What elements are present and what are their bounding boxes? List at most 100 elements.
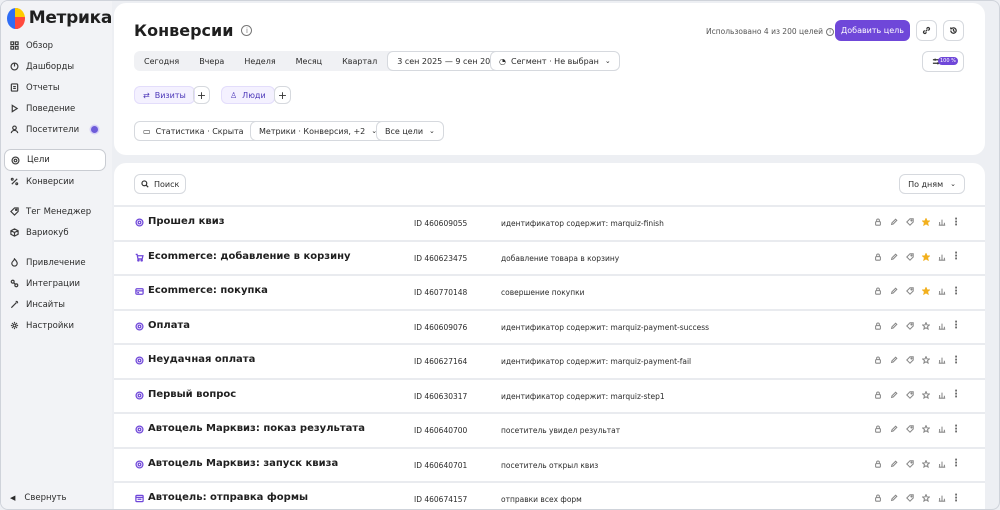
tag-icon[interactable] [905,390,914,400]
goal-row[interactable]: Прошел квиз ID 460609055 идентификатор сод… [114,205,985,240]
star-icon[interactable] [921,493,930,503]
lock-icon[interactable] [873,321,882,331]
more-icon[interactable]: ⋮ [951,389,961,400]
chart-bars-icon[interactable] [937,355,946,365]
lock-icon[interactable] [873,459,882,469]
chart-bars-icon[interactable] [937,493,946,503]
add-goal-button[interactable]: Добавить цель [835,20,910,41]
lock-icon[interactable] [873,355,882,365]
link-button[interactable] [916,20,937,41]
goal-name[interactable]: Автоцель: отправка формы [148,492,308,503]
sidebar-item[interactable]: Конверсии [1,171,112,192]
goal-row[interactable]: Неудачная оплата ID 460627164 идентификато… [114,343,985,378]
logo[interactable]: Метрика [1,1,112,35]
tag-icon[interactable] [905,286,914,296]
goal-row[interactable]: Ecommerce: добавление в корзину ID 460623… [114,239,985,275]
sidebar-item[interactable]: Инсайты [1,294,112,315]
sidebar-item[interactable]: Отчеты [1,77,112,98]
lock-icon[interactable] [873,390,882,400]
add-visits-button[interactable]: + [193,86,210,104]
star-icon[interactable] [921,459,930,469]
lock-icon[interactable] [873,424,882,434]
star-icon[interactable] [921,321,930,331]
metrics-filter[interactable]: Метрики · Конверсия, +2 ⌄ [250,121,387,141]
chart-bars-icon[interactable] [937,286,946,296]
star-icon[interactable] [921,355,930,365]
goal-name[interactable]: Автоцель Марквиз: запуск квиза [148,458,338,469]
goal-name[interactable]: Оплата [148,320,190,331]
lock-icon[interactable] [873,252,882,262]
sidebar-item[interactable]: Интеграции [1,273,112,294]
goal-row[interactable]: Оплата ID 460609076 идентификатор содержит… [114,308,985,344]
stat-filter[interactable]: ▭ Статистика · Скрыта ⌄ [134,121,265,141]
star-icon[interactable] [921,390,930,400]
goals-filter[interactable]: Все цели ⌄ [376,121,444,141]
goal-name[interactable]: Ecommerce: покупка [148,285,268,296]
visits-chip[interactable]: ⇄ Визиты [134,86,195,104]
edit-icon[interactable] [889,459,898,469]
goal-name[interactable]: Первый вопрос [148,389,236,400]
people-chip[interactable]: ♙ Люди [221,86,275,104]
more-icon[interactable]: ⋮ [951,493,961,504]
tag-icon[interactable] [905,321,914,331]
tag-icon[interactable] [905,355,914,365]
add-people-button[interactable]: + [274,86,291,104]
sidebar-item[interactable]: Обзор [1,35,112,56]
chart-bars-icon[interactable] [937,217,946,227]
sidebar-item[interactable]: Цели [4,149,106,171]
tag-icon[interactable] [905,217,914,227]
more-icon[interactable]: ⋮ [951,355,961,366]
goal-row[interactable]: Автоцель Марквиз: показ результата ID 460… [114,412,985,447]
star-icon[interactable] [921,252,930,262]
edit-icon[interactable] [889,390,898,400]
tag-icon[interactable] [905,493,914,503]
chart-bars-icon[interactable] [937,252,946,262]
sidebar-item[interactable]: Поведение [1,98,112,119]
info-icon[interactable]: i [241,25,253,36]
granularity-select[interactable]: По дням ⌄ [899,174,965,194]
sidebar-item[interactable]: Привлечение [1,252,112,273]
tag-icon[interactable] [905,252,914,262]
goal-row[interactable]: Первый вопрос ID 460630317 идентификатор с… [114,377,985,413]
segment-select[interactable]: ◔ Сегмент · Не выбран ⌄ [490,51,620,71]
lock-icon[interactable] [873,217,882,227]
chart-bars-icon[interactable] [937,390,946,400]
goal-name[interactable]: Неудачная оплата [148,354,255,365]
period-yesterday[interactable]: Вчера [189,51,234,71]
edit-icon[interactable] [889,286,898,296]
goal-row[interactable]: Автоцель Марквиз: запуск квиза ID 4606407… [114,446,985,482]
sidebar-item[interactable]: Настройки [1,315,112,336]
more-icon[interactable]: ⋮ [951,251,961,262]
more-icon[interactable]: ⋮ [951,286,961,297]
edit-icon[interactable] [889,355,898,365]
more-icon[interactable]: ⋮ [951,217,961,228]
star-icon[interactable] [921,217,930,227]
star-icon[interactable] [921,286,930,296]
edit-icon[interactable] [889,321,898,331]
edit-icon[interactable] [889,424,898,434]
goal-name[interactable]: Ecommerce: добавление в корзину [148,251,351,262]
edit-icon[interactable] [889,252,898,262]
goal-name[interactable]: Прошел квиз [148,216,225,227]
lock-icon[interactable] [873,493,882,503]
star-icon[interactable] [921,424,930,434]
tag-icon[interactable] [905,424,914,434]
tag-icon[interactable] [905,459,914,469]
more-icon[interactable]: ⋮ [951,424,961,435]
sidebar-item[interactable]: Дашборды [1,56,112,77]
edit-icon[interactable] [889,217,898,227]
edit-icon[interactable] [889,493,898,503]
period-today[interactable]: Сегодня [134,51,189,71]
lock-icon[interactable] [873,286,882,296]
period-month[interactable]: Месяц [286,51,332,71]
history-button[interactable] [943,20,964,41]
sidebar-item[interactable]: Тег Менеджер [1,201,112,222]
period-quarter[interactable]: Квартал [332,51,387,71]
more-icon[interactable]: ⋮ [951,320,961,331]
chart-bars-icon[interactable] [937,459,946,469]
search-button[interactable]: Поиск [134,174,186,194]
info-icon[interactable]: i [826,27,835,36]
more-icon[interactable]: ⋮ [951,458,961,469]
period-week[interactable]: Неделя [234,51,285,71]
sidebar-item[interactable]: Вариокуб [1,222,112,243]
